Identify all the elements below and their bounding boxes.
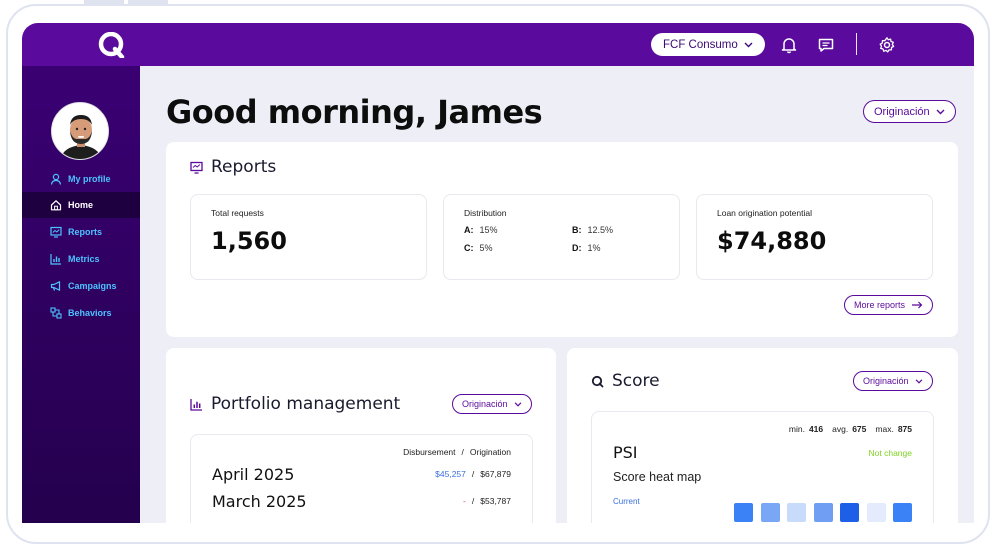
- stat-value: $74,880: [717, 227, 827, 255]
- logo-icon[interactable]: [98, 32, 126, 58]
- distribution-item: B: 12.5%: [572, 225, 614, 235]
- score-range: min. 416 avg. 675 max. 875: [788, 424, 912, 434]
- portfolio-card: Portfolio management Originación Disburs…: [166, 348, 556, 523]
- reports-card: Reports Total requests 1,560 Distributio…: [166, 142, 958, 337]
- table-row-values: $45,257 / $67,879: [435, 469, 511, 479]
- sidebar-item-metrics[interactable]: Metrics: [22, 246, 140, 272]
- score-min: 416: [808, 424, 824, 434]
- reports-icon: [190, 161, 203, 174]
- sidebar-item-reports[interactable]: Reports: [22, 219, 140, 245]
- card-title-label: Reports: [211, 157, 277, 177]
- behaviors-icon: [50, 307, 62, 319]
- main-content: Good morning, James Originación Reports …: [140, 66, 974, 523]
- reports-icon: [50, 226, 62, 238]
- button-label: More reports: [854, 300, 906, 310]
- sidebar-item-label: My profile: [68, 174, 111, 184]
- chevron-down-icon: [514, 401, 521, 407]
- sidebar-item-label: Campaigns: [68, 281, 117, 291]
- app-window: FCF Consumo My profile Home Reports Metr…: [22, 23, 974, 523]
- score-title: Score: [591, 371, 660, 391]
- portfolio-filter-dropdown[interactable]: Originación: [452, 394, 532, 414]
- table-row-month: April 2025: [212, 465, 295, 484]
- chevron-down-icon: [915, 378, 922, 384]
- page-title: Good morning, James: [166, 93, 543, 131]
- score-filter-dropdown[interactable]: Originación: [853, 371, 933, 391]
- stat-label: Total requests: [211, 208, 264, 218]
- stat-value: 1,560: [211, 227, 287, 255]
- portfolio-table: Disbursement / Origination April 2025 $4…: [190, 434, 533, 523]
- sidebar-item-behaviors[interactable]: Behaviors: [22, 300, 140, 326]
- reports-title: Reports: [190, 157, 276, 177]
- avatar[interactable]: [51, 102, 109, 160]
- distribution-item: C: 5%: [464, 243, 493, 253]
- current-label: Current: [613, 497, 640, 506]
- stat-distribution: Distribution A: 15% B: 12.5% C: 5% D: 1%: [443, 194, 680, 280]
- score-card: Score Originación min. 416 avg. 675 max. 87…: [567, 348, 958, 523]
- company-selector-label: FCF Consumo: [663, 38, 738, 51]
- dropdown-label: Originación: [863, 376, 909, 386]
- sidebar-item-label: Behaviors: [68, 308, 112, 318]
- score-panel: min. 416 avg. 675 max. 875 PSI Not change S…: [591, 411, 934, 523]
- card-title-label: Score: [612, 371, 660, 391]
- table-header: Disbursement / Origination: [403, 447, 511, 457]
- stat-label: Distribution: [464, 208, 507, 218]
- card-title-label: Portfolio management: [211, 394, 401, 414]
- bar-chart-icon: [50, 254, 61, 265]
- column-header: Disbursement: [403, 447, 456, 457]
- sidebar-item-my-profile[interactable]: My profile: [22, 166, 140, 192]
- sidebar-item-home[interactable]: Home: [22, 192, 140, 218]
- chevron-down-icon: [936, 109, 945, 114]
- sidebar-item-campaigns[interactable]: Campaigns: [22, 273, 140, 299]
- top-bar: FCF Consumo: [22, 23, 974, 66]
- stat-loan-origination: Loan origination potential $74,880: [696, 194, 933, 280]
- more-reports-button[interactable]: More reports: [844, 295, 934, 315]
- sidebar-item-label: Metrics: [68, 254, 100, 264]
- megaphone-icon: [50, 281, 61, 291]
- score-icon: [591, 375, 604, 387]
- bar-chart-icon: [190, 398, 202, 411]
- stat-total-requests: Total requests 1,560: [190, 194, 427, 280]
- column-header: Origination: [469, 447, 511, 457]
- avatar-image: [52, 103, 108, 159]
- score-max: 875: [897, 424, 912, 434]
- bell-icon[interactable]: [780, 36, 798, 54]
- divider: [856, 33, 857, 55]
- sidebar-item-label: Reports: [68, 227, 103, 237]
- psi-title: PSI: [613, 443, 638, 462]
- psi-status: Not change: [868, 448, 912, 458]
- table-row-month: March 2025: [212, 492, 307, 511]
- score-avg: 675: [852, 424, 867, 434]
- header-filter-dropdown[interactable]: Originación: [863, 100, 956, 123]
- chevron-down-icon: [744, 42, 753, 47]
- sidebar: My profile Home Reports Metrics Campaign…: [22, 66, 140, 523]
- distribution-item: D: 1%: [572, 243, 601, 253]
- dropdown-label: Originación: [874, 105, 930, 118]
- gear-icon[interactable]: [878, 36, 896, 54]
- sidebar-item-label: Home: [68, 200, 94, 210]
- heatmap-title: Score heat map: [613, 470, 702, 484]
- message-icon[interactable]: [817, 36, 835, 54]
- arrow-right-icon: [912, 301, 923, 309]
- dropdown-label: Originación: [462, 399, 508, 409]
- home-icon: [50, 200, 62, 211]
- table-row-values: - / $53,787: [463, 496, 511, 506]
- distribution-item: A: 15%: [464, 225, 498, 235]
- company-selector[interactable]: FCF Consumo: [651, 33, 765, 56]
- user-icon: [50, 173, 62, 185]
- stat-label: Loan origination potential: [717, 208, 812, 218]
- portfolio-title: Portfolio management: [190, 394, 400, 414]
